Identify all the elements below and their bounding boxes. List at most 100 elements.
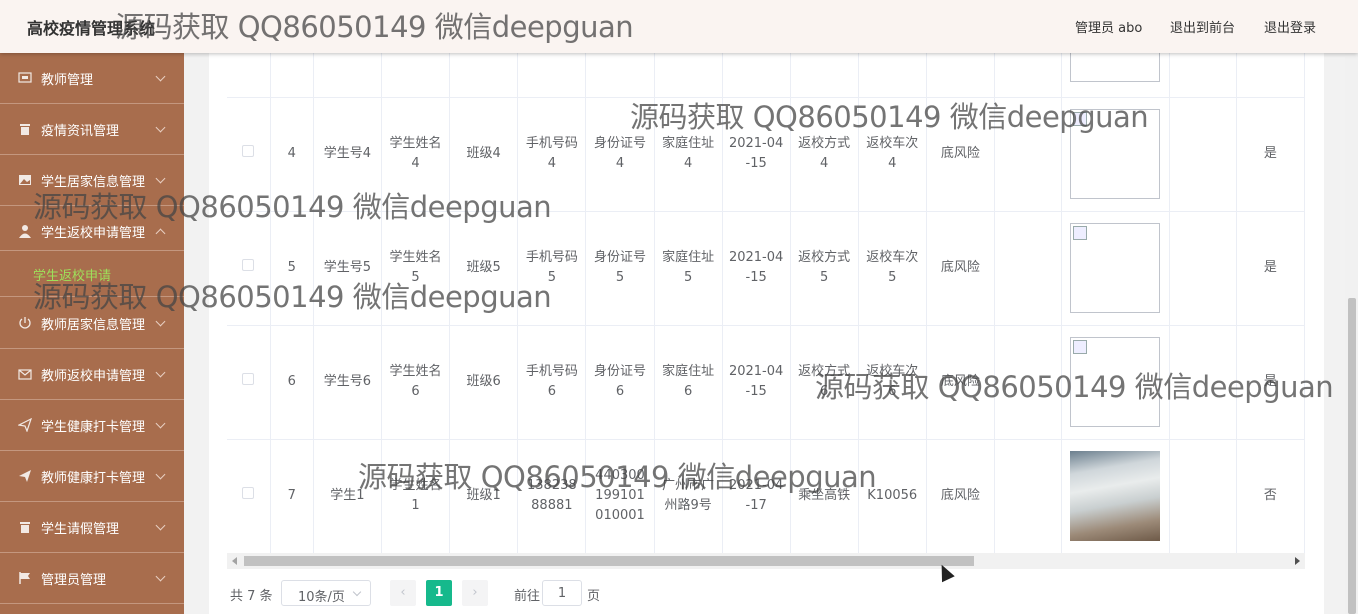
sidebar-item-label: 学生健康打卡管理 (41, 420, 146, 435)
sidebar-item-label: 教师健康打卡管理 (41, 471, 146, 486)
vertical-scrollbar[interactable] (1345, 53, 1358, 614)
train-cell: 返校车次5 (858, 211, 927, 326)
send-icon (18, 418, 32, 432)
sidebar-item-student-return[interactable]: 学生返校申请管理 (0, 206, 184, 251)
sidebar: 教师管理 疫情资讯管理 学生居家信息管理 学生返校申请管理 学生返校申请 教师居… (0, 53, 184, 614)
chevron-down-icon (155, 122, 166, 133)
flag-cell (1236, 53, 1305, 98)
goto-label: 前往 (514, 589, 541, 604)
index-cell: 5 (270, 211, 314, 326)
trash-icon (20, 522, 30, 533)
empty-cell (1169, 211, 1237, 326)
broken-image[interactable] (1070, 337, 1161, 427)
page-size-select[interactable]: 10条/页 (281, 580, 371, 606)
return-method-cell (790, 53, 859, 98)
phone-cell: 手机号码6 (517, 325, 587, 440)
broken-image[interactable] (1070, 223, 1161, 313)
table-row: 4 学生号4 学生姓名4 班级4 手机号码4 身份证号4 家庭住址4 2021-… (227, 97, 1305, 212)
sidebar-item-teacher-health[interactable]: 教师健康打卡管理 (0, 451, 184, 502)
chevron-down-icon (155, 469, 166, 480)
goto-page-input[interactable] (542, 580, 582, 606)
train-cell (858, 53, 927, 98)
id-card-cell: 身份证号4 (585, 97, 655, 212)
row-checkbox-cell[interactable] (227, 439, 271, 553)
row-checkbox[interactable] (242, 259, 255, 271)
flag-cell: 是 (1236, 211, 1305, 326)
return-method-cell: 返校方式4 (790, 97, 859, 212)
sidebar-item-teacher-return[interactable]: 教师返校申请管理 (0, 349, 184, 400)
sidebar-item-label: 管理员管理 (41, 573, 107, 588)
sidebar-item-student-health[interactable]: 学生健康打卡管理 (0, 400, 184, 451)
prev-page-button[interactable]: ‹ (390, 580, 416, 606)
return-method-cell: 返校方式6 (790, 325, 859, 440)
sidebar-item-teacher[interactable]: 教师管理 (0, 53, 184, 104)
vertical-scroll-thumb[interactable] (1348, 298, 1356, 614)
phone-cell: 手机号码4 (517, 97, 587, 212)
student-name-cell: 学生姓名1 (381, 439, 451, 553)
ticket-photo[interactable] (1070, 451, 1161, 541)
sidebar-item-label: 教师居家信息管理 (41, 318, 146, 333)
sidebar-item-label: 教师管理 (41, 73, 94, 88)
flag-cell: 否 (1236, 439, 1305, 553)
horizontal-scrollbar[interactable] (227, 553, 1305, 569)
broken-image-icon (1073, 112, 1088, 126)
sidebar-item-news[interactable]: 疫情资讯管理 (0, 104, 184, 155)
chevron-down-icon (155, 520, 166, 531)
student-name-cell: 学生姓名5 (381, 211, 451, 326)
sidebar-item-label: 学生居家信息管理 (41, 175, 146, 190)
image-cell (1061, 211, 1170, 326)
row-checkbox-cell[interactable] (227, 53, 271, 98)
exit-to-front-link[interactable]: 退出到前台 (1170, 17, 1235, 36)
broken-image[interactable] (1070, 109, 1161, 199)
row-checkbox-cell[interactable] (227, 325, 271, 440)
image-cell (1061, 325, 1170, 440)
sidebar-item-student-home[interactable]: 学生居家信息管理 (0, 155, 184, 206)
table-row: 7 学生1 学生姓名1 班级1 13823888881 440300199101… (227, 439, 1305, 553)
empty-cell (1169, 97, 1237, 212)
sidebar-item-admin[interactable]: 管理员管理 (0, 553, 184, 604)
sidebar-item-label: 疫情资讯管理 (41, 124, 120, 139)
chevron-down-icon (155, 418, 166, 429)
scroll-left-arrow-icon[interactable] (232, 557, 237, 565)
sidebar-item-student-leave[interactable]: 学生请假管理 (0, 502, 184, 553)
horizontal-scroll-thumb[interactable] (244, 556, 974, 566)
next-page-button[interactable]: › (462, 580, 488, 606)
phone-cell (517, 53, 587, 98)
page-number-current[interactable]: 1 (426, 580, 452, 606)
date-cell: 2021-04-17 (722, 439, 791, 553)
train-cell: 返校车次6 (858, 325, 927, 440)
address-cell: 家庭住址5 (654, 211, 723, 326)
return-method-cell: 返校方式5 (790, 211, 859, 326)
monitor-icon (18, 72, 32, 83)
id-card-cell: 身份证号6 (585, 325, 655, 440)
sidebar-item-label: 学生请假管理 (41, 522, 120, 537)
sidebar-item-label: 学生返校申请管理 (41, 226, 146, 241)
image-placeholder (1070, 53, 1161, 82)
row-checkbox-cell[interactable] (227, 211, 271, 326)
scroll-right-arrow-icon[interactable] (1295, 557, 1300, 565)
id-card-cell (585, 53, 655, 98)
row-checkbox[interactable] (242, 373, 255, 385)
row-checkbox-cell[interactable] (227, 97, 271, 212)
image-cell (1061, 53, 1170, 98)
data-table: 4 学生号4 学生姓名4 班级4 手机号码4 身份证号4 家庭住址4 2021-… (227, 53, 1305, 553)
risk-cell: 底风险 (926, 97, 995, 212)
train-cell: 返校车次4 (858, 97, 927, 212)
row-checkbox[interactable] (242, 145, 255, 157)
risk-cell: 底风险 (926, 325, 995, 440)
broken-image-icon (1073, 226, 1088, 240)
admin-user-label[interactable]: 管理员 abo (1075, 17, 1142, 36)
sidebar-item-teacher-home[interactable]: 教师居家信息管理 (0, 298, 184, 349)
power-icon (19, 317, 31, 329)
risk-cell: 底风险 (926, 211, 995, 326)
empty-cell (994, 439, 1063, 553)
top-header: 高校疫情管理系统 管理员 abo 退出到前台 退出登录 (0, 0, 1358, 53)
train-cell: K10056 (858, 439, 927, 553)
sidebar-subitem-student-return-apply[interactable]: 学生返校申请 (0, 251, 184, 297)
return-method-cell: 乘坐高铁 (790, 439, 859, 553)
logout-link[interactable]: 退出登录 (1264, 17, 1316, 36)
student-no-cell: 学生号5 (313, 211, 382, 326)
row-checkbox[interactable] (242, 487, 255, 499)
chevron-down-icon (155, 367, 166, 378)
class-cell: 班级5 (449, 211, 519, 326)
